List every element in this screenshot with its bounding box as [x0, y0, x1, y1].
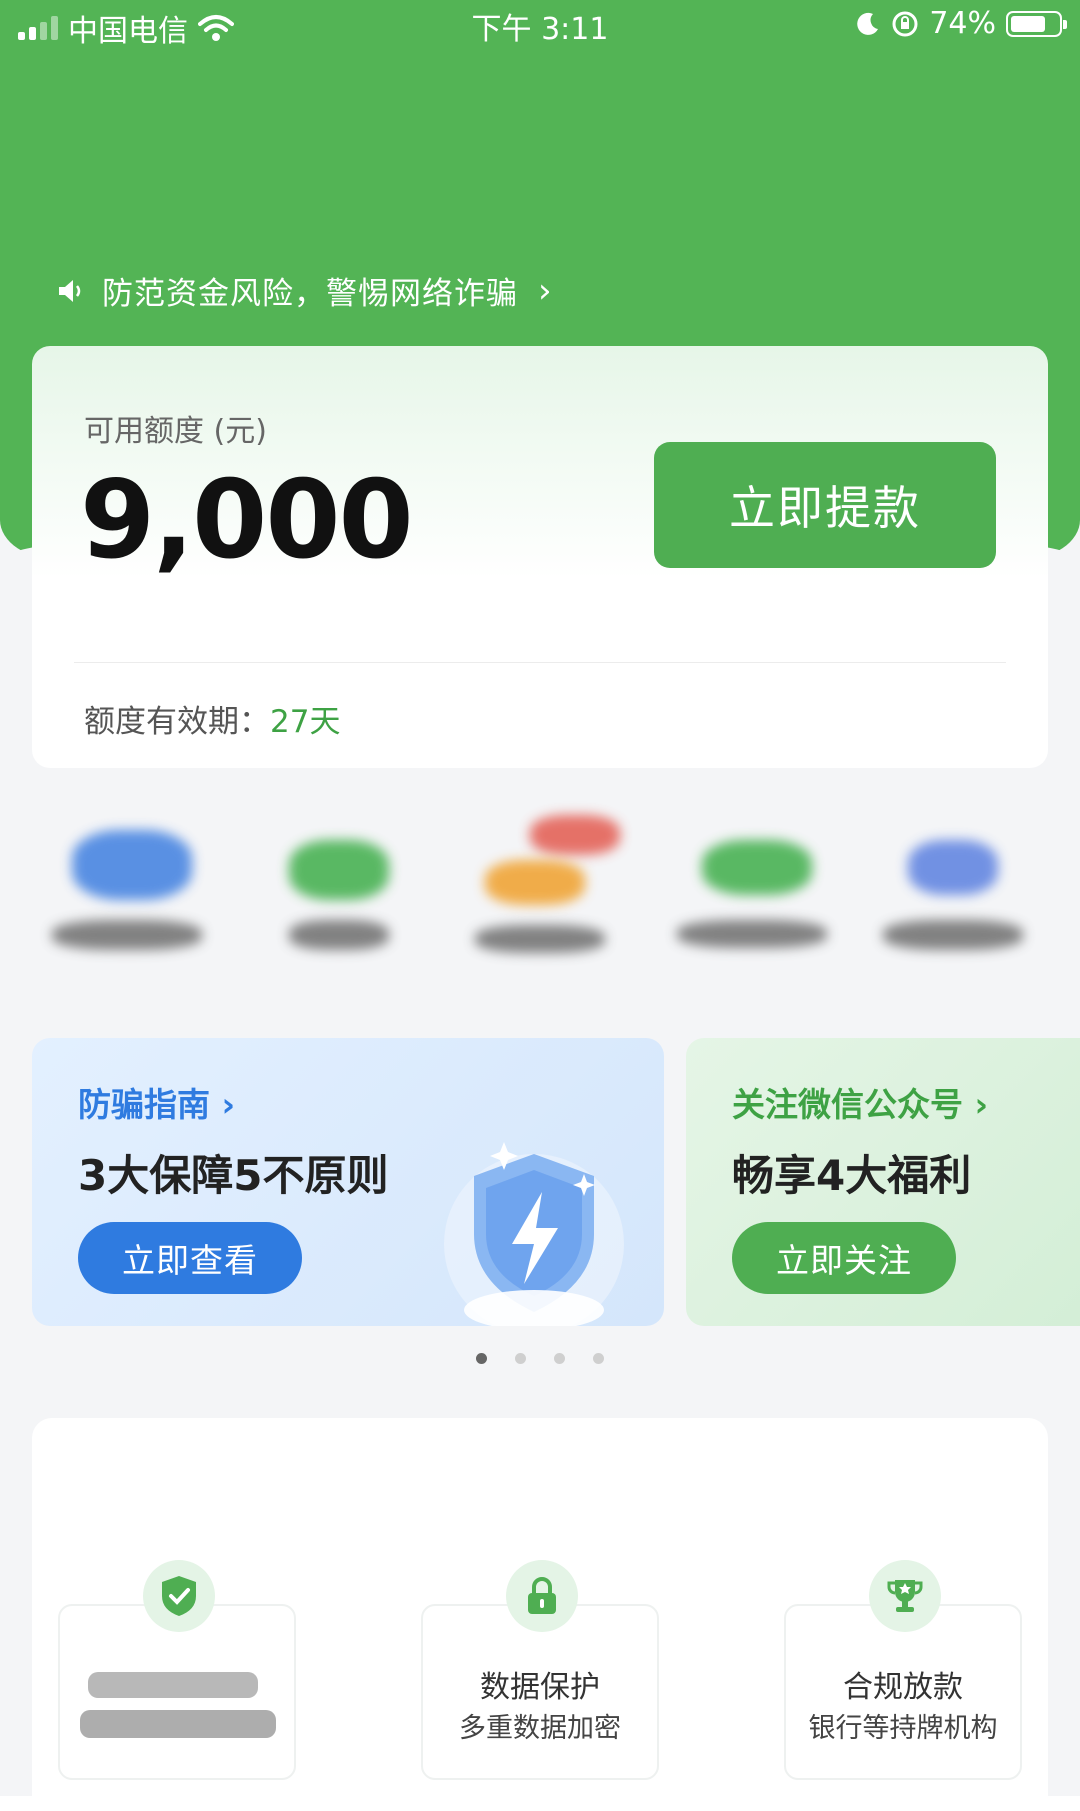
- battery-icon: [1006, 10, 1067, 37]
- feature-item: 合规放款 银行等持牌机构: [784, 1560, 1022, 1780]
- shortcut-item-4[interactable]: [662, 810, 832, 1000]
- status-bar: 中国电信 下午 3:11 74%: [0, 0, 1080, 49]
- feature-desc: 多重数据加密: [459, 1713, 621, 1744]
- shield-check-icon: [143, 1560, 215, 1632]
- notice-text: 防范资金风险，警惕网络诈骗: [102, 276, 518, 312]
- banner-subtitle: 畅享4大福利: [732, 1151, 972, 1200]
- feature-title: 数据保护: [480, 1670, 600, 1705]
- withdraw-button[interactable]: 立即提款: [654, 442, 996, 568]
- fraud-notice-link[interactable]: 防范资金风险，警惕网络诈骗 ›: [56, 268, 553, 313]
- divider: [74, 662, 1006, 663]
- credit-card: 可用额度 (元) 9,000 立即提款 额度有效期：27天: [32, 346, 1048, 768]
- carousel-dot[interactable]: [476, 1353, 487, 1364]
- banner-title[interactable]: 关注微信公众号 ›: [732, 1078, 988, 1126]
- lock-icon: [506, 1560, 578, 1632]
- shortcut-item-3[interactable]: [455, 810, 625, 1000]
- carousel-dot[interactable]: [593, 1353, 604, 1364]
- banner-title[interactable]: 防骗指南 ›: [78, 1078, 235, 1126]
- bottom-tab-bar: [0, 1796, 1080, 1811]
- view-now-button[interactable]: 立即查看: [78, 1222, 302, 1294]
- chevron-right-icon: ›: [538, 270, 553, 311]
- feature-desc: 银行等持牌机构: [808, 1713, 998, 1744]
- validity-days: 27天: [270, 704, 341, 740]
- feature-item: [58, 1560, 296, 1780]
- available-credit-amount: 9,000: [80, 458, 414, 583]
- speaker-icon: [59, 279, 81, 302]
- available-credit-label: 可用额度 (元): [84, 414, 267, 449]
- features-card: 数据保护 多重数据加密 合规放款 银行等持牌机构: [32, 1418, 1048, 1811]
- banner-subtitle: 3大保障5不原则: [78, 1151, 389, 1200]
- shield-lightning-icon: [444, 1142, 624, 1326]
- rotation-lock-icon: [892, 11, 918, 36]
- feature-title: 合规放款: [843, 1670, 963, 1705]
- credit-validity: 额度有效期：27天: [84, 696, 340, 741]
- banner-wechat-follow[interactable]: 关注微信公众号 › 畅享4大福利 立即关注: [686, 1038, 1080, 1326]
- shortcut-item-5[interactable]: [868, 810, 1038, 1000]
- trophy-icon: [869, 1560, 941, 1632]
- feature-item: 数据保护 多重数据加密: [421, 1560, 659, 1780]
- redacted-text: [80, 1672, 276, 1738]
- moon-icon: [857, 12, 879, 35]
- battery-percent: 74%: [929, 6, 996, 41]
- shortcut-row: [32, 810, 1048, 1000]
- shortcut-item-1[interactable]: [42, 810, 212, 1000]
- banner-anti-fraud[interactable]: 防骗指南 › 3大保障5不原则 立即查看: [32, 1038, 664, 1326]
- follow-now-button[interactable]: 立即关注: [732, 1222, 956, 1294]
- shortcut-item-2[interactable]: [249, 810, 419, 1000]
- carousel-indicator: [0, 1353, 1080, 1364]
- validity-label: 额度有效期：: [84, 704, 270, 740]
- carousel-dot[interactable]: [554, 1353, 565, 1364]
- carousel-dot[interactable]: [515, 1353, 526, 1364]
